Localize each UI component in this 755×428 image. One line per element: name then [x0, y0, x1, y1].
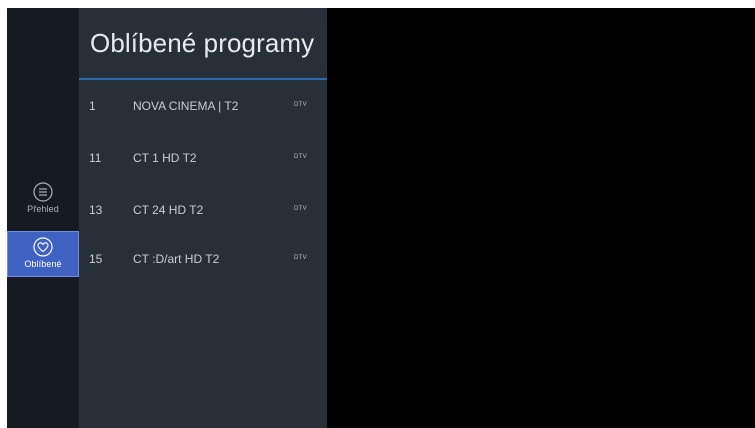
channel-type-badge: DTV	[294, 255, 307, 261]
channel-name: NOVA CINEMA | T2	[133, 99, 239, 113]
channel-name: CT 1 HD T2	[133, 151, 197, 165]
channel-row[interactable]: 11 CT 1 HD T2 DTV	[79, 146, 327, 172]
channel-number: 13	[89, 203, 103, 217]
channel-type-badge: DTV	[294, 154, 307, 160]
list-icon	[33, 182, 53, 202]
channel-row[interactable]: 1 NOVA CINEMA | T2 DTV	[79, 94, 327, 120]
channel-type-badge: DTV	[294, 206, 307, 212]
channel-row[interactable]: 13 CT 24 HD T2 DTV	[79, 198, 327, 224]
title-divider	[79, 78, 327, 80]
channel-row[interactable]: 15 CT :D/art HD T2 DTV	[79, 247, 327, 273]
sidebar-item-label: Oblíbené	[24, 259, 62, 269]
sidebar-item-label: Přehled	[27, 204, 59, 214]
channel-name: CT 24 HD T2	[133, 203, 204, 217]
favorites-panel: Oblíbené programy 1 NOVA CINEMA | T2 DTV…	[79, 8, 327, 428]
heart-icon	[33, 237, 53, 257]
tv-screen: Přehled Oblíbené Oblíbené programy 1 NOV…	[7, 8, 755, 428]
channel-number: 15	[89, 252, 103, 266]
sidebar-item-overview[interactable]: Přehled	[7, 180, 79, 225]
channel-name: CT :D/art HD T2	[133, 252, 220, 266]
sidebar-item-favorites[interactable]: Oblíbené	[7, 231, 79, 277]
channel-number: 11	[89, 151, 102, 165]
channel-type-badge: DTV	[294, 102, 307, 108]
sidebar-rail: Přehled Oblíbené	[7, 8, 79, 428]
page-title: Oblíbené programy	[90, 28, 315, 58]
channel-number: 1	[89, 99, 96, 113]
